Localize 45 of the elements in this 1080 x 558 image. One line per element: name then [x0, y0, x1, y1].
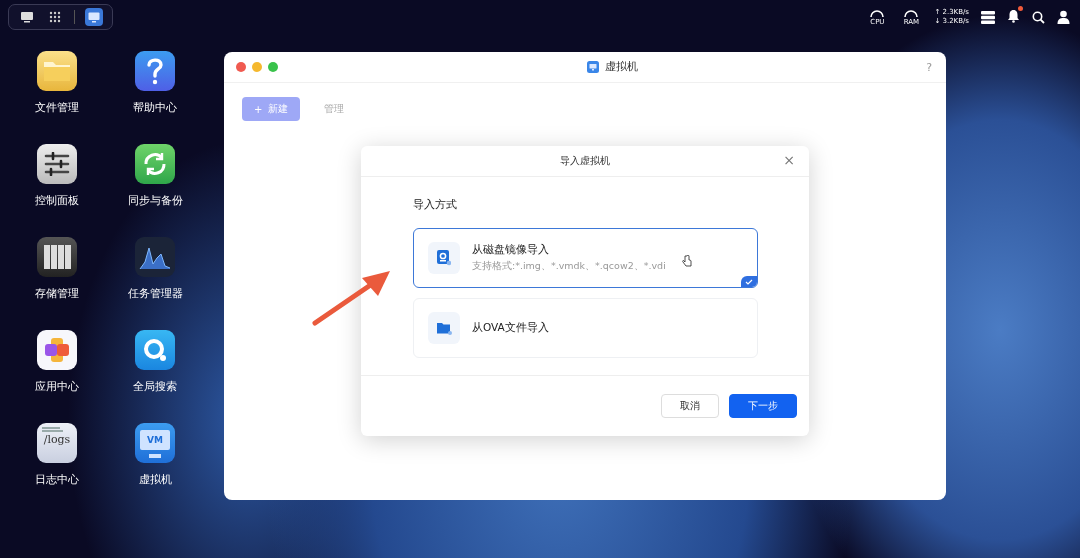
window-title: 虚拟机: [604, 60, 638, 74]
folder-icon: [436, 321, 452, 335]
option-description: 支持格式:*.img、*.vmdk、*.qcow2、*.vdi: [472, 260, 666, 273]
app-label[interactable]: 日志中心: [35, 473, 79, 487]
app-label[interactable]: 任务管理器: [127, 287, 183, 301]
app-label[interactable]: 文件管理: [35, 101, 79, 115]
app-label[interactable]: 控制面板: [35, 194, 79, 208]
magnifier-icon[interactable]: [135, 330, 175, 370]
server-rack-icon[interactable]: [37, 237, 77, 277]
option-title: 从磁盘镜像导入: [472, 243, 549, 257]
app-label[interactable]: 同步与备份: [127, 194, 183, 208]
search-icon[interactable]: [1032, 10, 1045, 24]
monitor-icon[interactable]: VM: [135, 423, 175, 463]
app-label[interactable]: 存储管理: [35, 287, 79, 301]
app-label[interactable]: 帮助中心: [133, 101, 177, 115]
dialog-title: 导入虚拟机: [560, 154, 610, 168]
sync-icon[interactable]: [135, 144, 175, 184]
hand-cursor-icon: [682, 255, 692, 267]
import-option[interactable]: 从OVA文件导入: [413, 298, 758, 358]
check-icon: [741, 276, 757, 287]
app-label[interactable]: 虚拟机: [138, 473, 172, 487]
sliders-icon[interactable]: [37, 144, 77, 184]
close-light[interactable]: [236, 62, 246, 72]
option-title: 从OVA文件导入: [472, 321, 549, 335]
icon-text: VM: [140, 430, 170, 450]
cancel-button[interactable]: 取消: [661, 394, 719, 418]
help-icon[interactable]: [135, 51, 175, 91]
icon-text: /logs: [43, 432, 71, 448]
apps-icon[interactable]: [37, 330, 77, 370]
app-label[interactable]: 应用中心: [35, 380, 79, 394]
cpu-gauge-icon: [869, 8, 886, 18]
disk-image-icon: [437, 250, 451, 266]
user-icon[interactable]: [1057, 10, 1070, 24]
app-label[interactable]: 全局搜索: [133, 380, 177, 394]
monitor-button[interactable]: [85, 8, 103, 26]
activity-chart-icon[interactable]: [135, 237, 175, 277]
document-icon[interactable]: /logs: [37, 423, 77, 463]
close-button[interactable]: ×: [783, 153, 795, 167]
monitor-icon: [586, 61, 599, 73]
import-option[interactable]: 从磁盘镜像导入 支持格式:*.img、*.vmdk、*.qcow2、*.vdi: [413, 228, 758, 288]
ram-gauge-icon: [903, 8, 920, 18]
server-icon[interactable]: [981, 10, 995, 24]
next-button[interactable]: 下一步: [729, 394, 797, 418]
section-heading: 导入方式: [413, 197, 458, 212]
folder-icon[interactable]: [37, 51, 77, 91]
